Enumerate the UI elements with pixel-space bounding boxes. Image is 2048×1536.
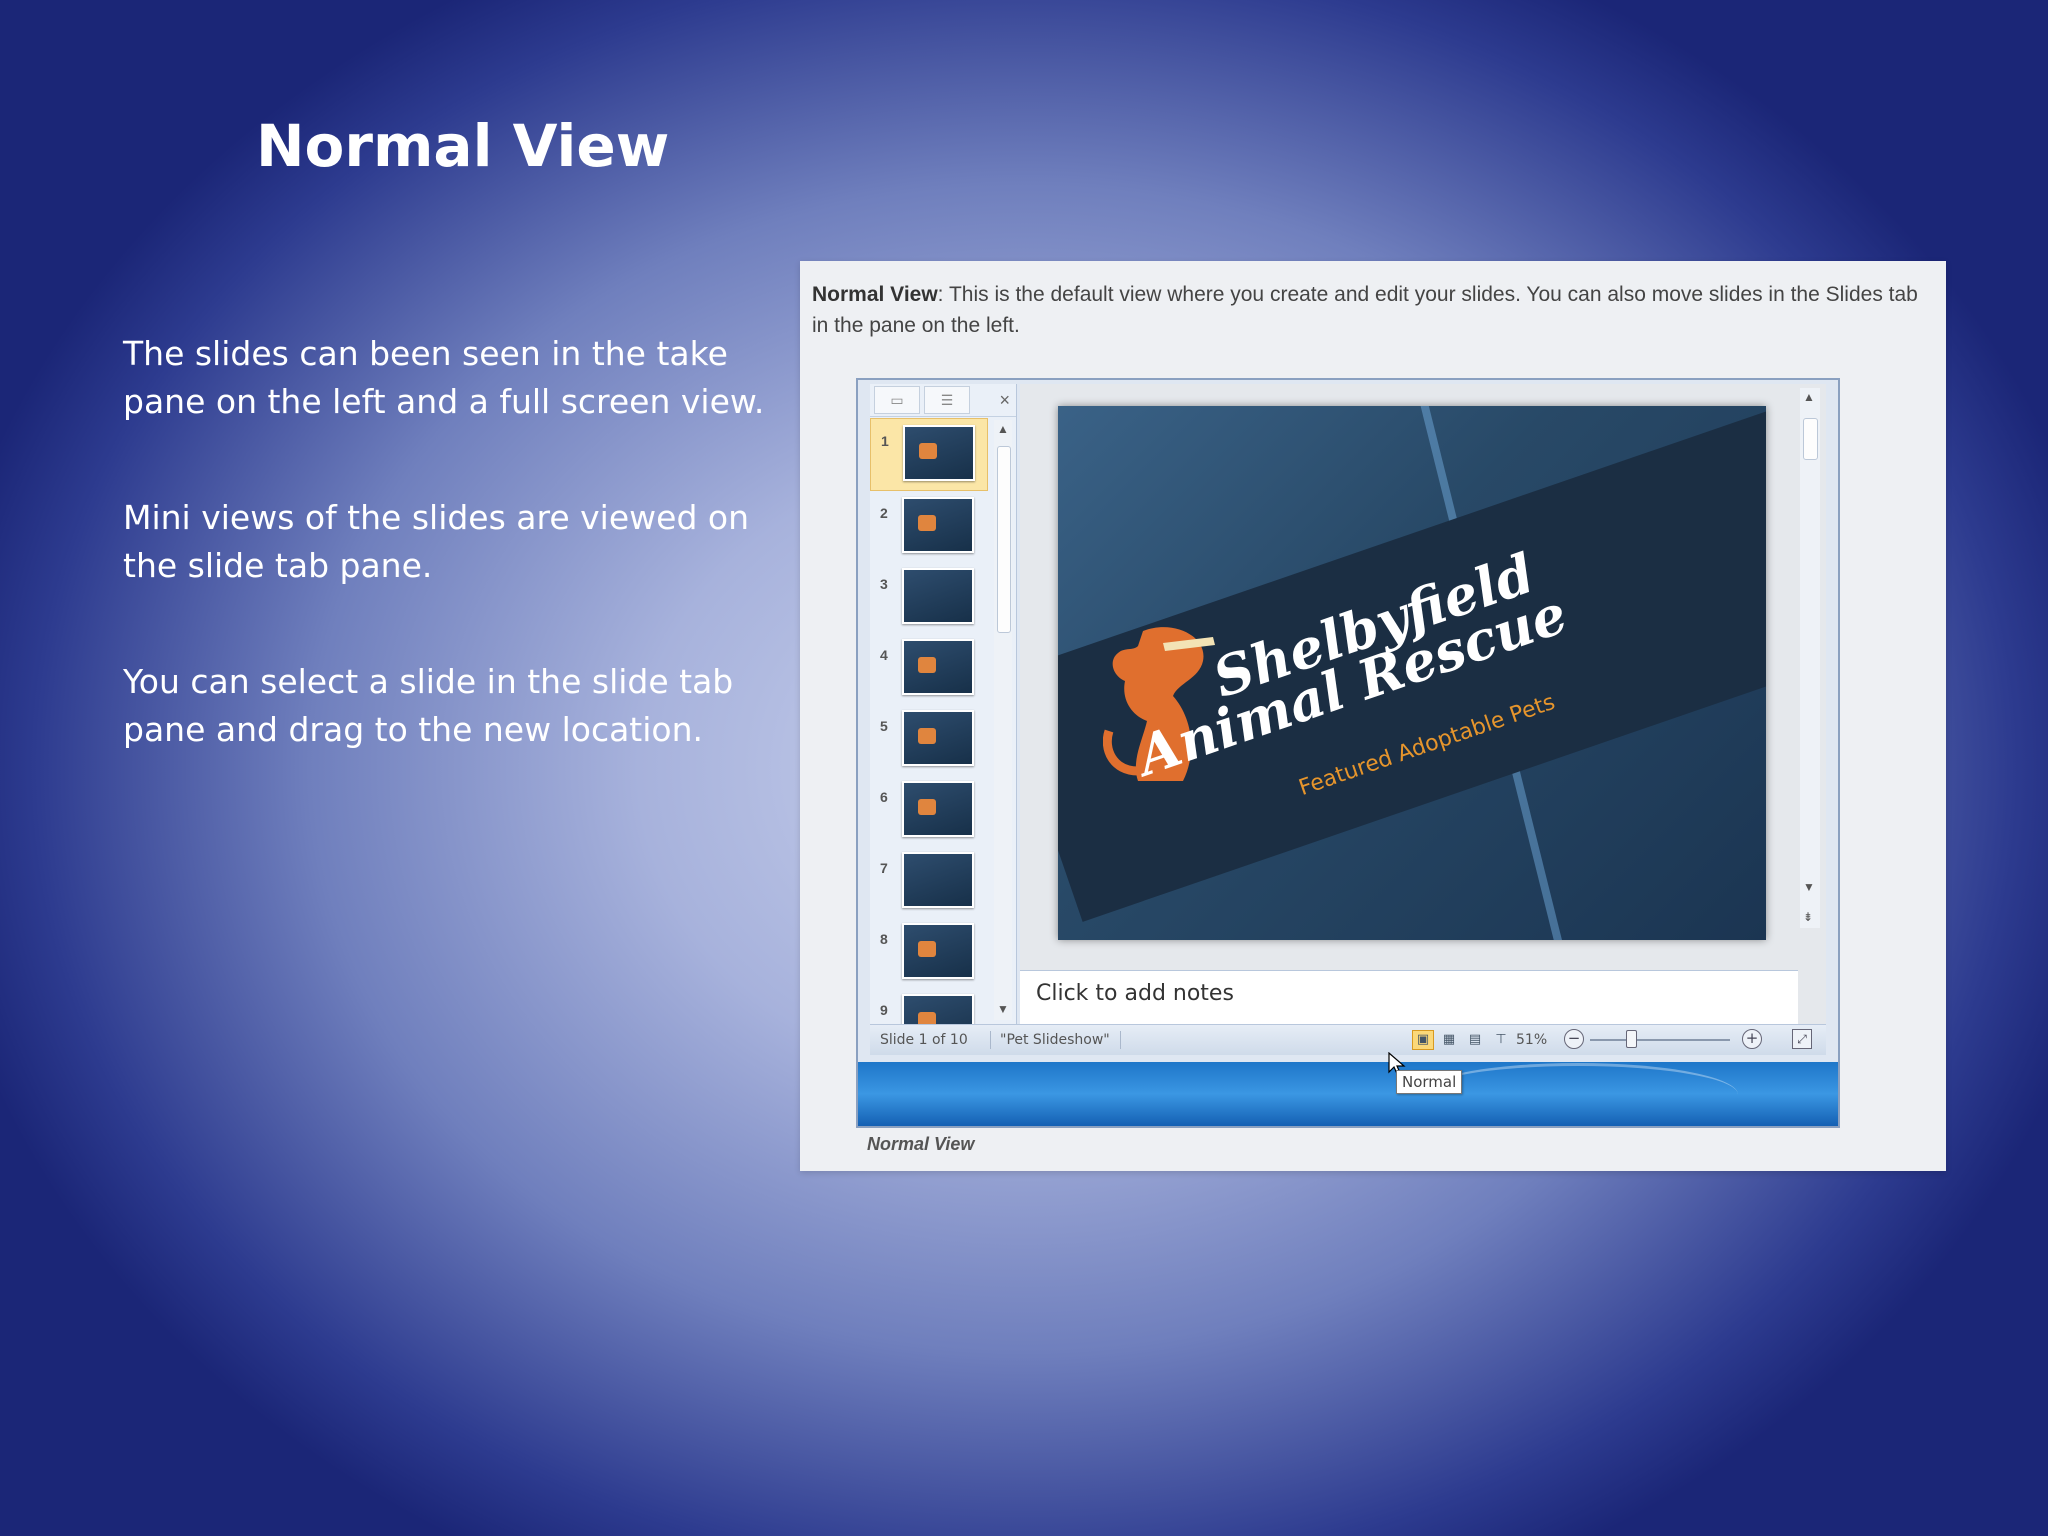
slide-thumbnail[interactable] bbox=[902, 852, 974, 908]
reading-view-icon[interactable]: ▤ bbox=[1464, 1030, 1486, 1050]
slide-editor: Shelbyfield Animal Rescue Featured Adopt… bbox=[1020, 384, 1826, 1025]
slide-thumbnail[interactable] bbox=[903, 425, 975, 481]
slide-position: Slide 1 of 10 bbox=[880, 1032, 968, 1048]
thumbnail-number: 3 bbox=[880, 576, 888, 592]
slide-sorter-icon[interactable]: ▦ bbox=[1438, 1030, 1460, 1050]
scroll-up-icon[interactable]: ▲ bbox=[1803, 390, 1815, 404]
scroll-thumb[interactable] bbox=[1803, 418, 1818, 460]
scroll-thumb[interactable] bbox=[997, 446, 1011, 633]
slide-thumbnail[interactable] bbox=[902, 568, 974, 624]
main-slide[interactable]: Shelbyfield Animal Rescue Featured Adopt… bbox=[1058, 406, 1766, 940]
divider bbox=[990, 1031, 991, 1049]
thumbnail-list: 1 2 3 4 5 6 7 8 9 bbox=[870, 418, 988, 1024]
thumbnail-row[interactable]: 1 bbox=[870, 418, 988, 491]
thumbnail-row[interactable]: 5 bbox=[870, 704, 988, 775]
description-text: : This is the default view where you cre… bbox=[812, 283, 1918, 337]
slideshow-icon[interactable]: ⊤ bbox=[1490, 1030, 1512, 1050]
slide-thumbnail[interactable] bbox=[902, 781, 974, 837]
thumbnail-number: 1 bbox=[881, 433, 889, 449]
slide-title: Normal View bbox=[256, 112, 670, 180]
thumbnail-row[interactable]: 2 bbox=[870, 491, 988, 562]
bullet-3: You can select a slide in the slide tab … bbox=[123, 662, 734, 749]
powerpoint-window: ▭ ☰ × 1 2 3 4 5 6 7 8 9 ▲ ▼ Shelbyfield … bbox=[856, 378, 1840, 1128]
slides-tab-icon[interactable]: ▭ bbox=[874, 386, 920, 414]
next-slide-icon[interactable]: ⇟ bbox=[1803, 910, 1813, 924]
normal-view-icon[interactable]: ▣ bbox=[1412, 1030, 1434, 1050]
windows-taskbar bbox=[858, 1062, 1838, 1126]
thumbnail-number: 8 bbox=[880, 931, 888, 947]
slide-thumbnail[interactable] bbox=[902, 710, 974, 766]
slides-tab-pane: ▭ ☰ × 1 2 3 4 5 6 7 8 9 ▲ ▼ bbox=[870, 384, 1017, 1024]
thumbnail-number: 5 bbox=[880, 718, 888, 734]
thumbnail-row[interactable]: 3 bbox=[870, 562, 988, 633]
thumbnail-scrollbar[interactable]: ▲ ▼ bbox=[994, 420, 1012, 1020]
zoom-slider-track[interactable] bbox=[1590, 1039, 1730, 1041]
thumbnail-row[interactable]: 9 bbox=[870, 988, 988, 1024]
scroll-down-icon[interactable]: ▼ bbox=[997, 1002, 1009, 1016]
slide-thumbnail[interactable] bbox=[902, 994, 974, 1024]
status-bar: Slide 1 of 10 "Pet Slideshow" ▣ ▦ ▤ ⊤ 51… bbox=[870, 1024, 1826, 1055]
taskbar-swoosh bbox=[1418, 1063, 1738, 1126]
pane-tabs: ▭ ☰ × bbox=[870, 384, 1016, 417]
slide-thumbnail[interactable] bbox=[902, 497, 974, 553]
thumbnail-number: 9 bbox=[880, 1002, 888, 1018]
tooltip: Normal bbox=[1396, 1070, 1463, 1094]
panel-description: Normal View: This is the default view wh… bbox=[812, 279, 1932, 341]
thumbnail-number: 4 bbox=[880, 647, 888, 663]
thumbnail-row[interactable]: 8 bbox=[870, 917, 988, 988]
zoom-slider-knob[interactable] bbox=[1626, 1030, 1637, 1048]
screenshot-panel: Normal View: This is the default view wh… bbox=[800, 261, 1946, 1171]
bullet-list: The slides can been seen in the take pan… bbox=[123, 330, 773, 822]
divider bbox=[1120, 1031, 1121, 1049]
outline-tab-icon[interactable]: ☰ bbox=[924, 386, 970, 414]
notes-pane[interactable]: Click to add notes bbox=[1020, 970, 1798, 1025]
scroll-up-icon[interactable]: ▲ bbox=[997, 422, 1009, 436]
thumbnail-number: 7 bbox=[880, 860, 888, 876]
thumbnail-row[interactable]: 6 bbox=[870, 775, 988, 846]
thumbnail-row[interactable]: 4 bbox=[870, 633, 988, 704]
thumbnail-row[interactable]: 7 bbox=[870, 846, 988, 917]
scroll-down-icon[interactable]: ▼ bbox=[1803, 880, 1815, 894]
figure-caption: Normal View bbox=[867, 1134, 975, 1154]
thumbnail-number: 2 bbox=[880, 505, 888, 521]
fit-to-window-icon[interactable]: ⤢ bbox=[1792, 1029, 1812, 1049]
slide-thumbnail[interactable] bbox=[902, 923, 974, 979]
zoom-out-icon[interactable]: − bbox=[1564, 1029, 1584, 1049]
slide-thumbnail[interactable] bbox=[902, 639, 974, 695]
bullet-1: The slides can been seen in the take pan… bbox=[123, 334, 765, 421]
zoom-in-icon[interactable]: + bbox=[1742, 1029, 1762, 1049]
bullet-2: Mini views of the slides are viewed on t… bbox=[123, 498, 749, 585]
close-icon[interactable]: × bbox=[999, 390, 1010, 411]
description-bold: Normal View bbox=[812, 283, 938, 306]
theme-name: "Pet Slideshow" bbox=[1000, 1032, 1110, 1048]
zoom-level[interactable]: 51% bbox=[1516, 1032, 1547, 1048]
notes-placeholder: Click to add notes bbox=[1036, 981, 1234, 1006]
thumbnail-number: 6 bbox=[880, 789, 888, 805]
editor-scrollbar[interactable]: ▲ ▼ ⇟ bbox=[1800, 388, 1820, 928]
